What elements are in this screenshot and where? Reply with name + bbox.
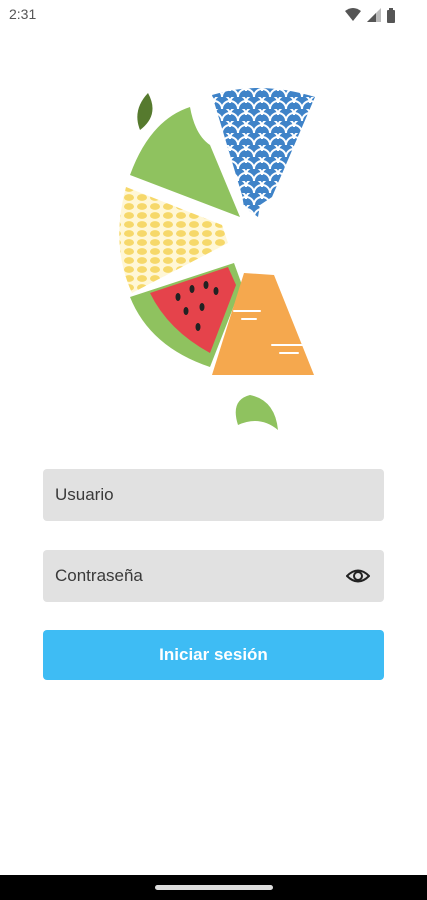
home-handle[interactable] — [155, 885, 273, 890]
leaf-bottom-shape — [235, 395, 278, 430]
login-button[interactable]: Iniciar sesión — [43, 630, 384, 680]
leaf-top-shape — [137, 93, 153, 130]
status-icons — [345, 7, 395, 23]
username-field[interactable] — [43, 469, 384, 521]
status-time: 2:31 — [9, 6, 37, 22]
app-logo — [119, 87, 315, 430]
username-input[interactable] — [43, 469, 384, 521]
battery-icon — [387, 7, 395, 23]
navigation-bar — [0, 875, 427, 900]
wifi-icon — [345, 8, 361, 21]
password-input[interactable] — [43, 550, 384, 602]
eye-icon[interactable] — [346, 565, 370, 587]
password-field[interactable] — [43, 550, 384, 602]
status-bar: 2:31 — [0, 0, 427, 30]
signal-icon — [367, 8, 381, 22]
